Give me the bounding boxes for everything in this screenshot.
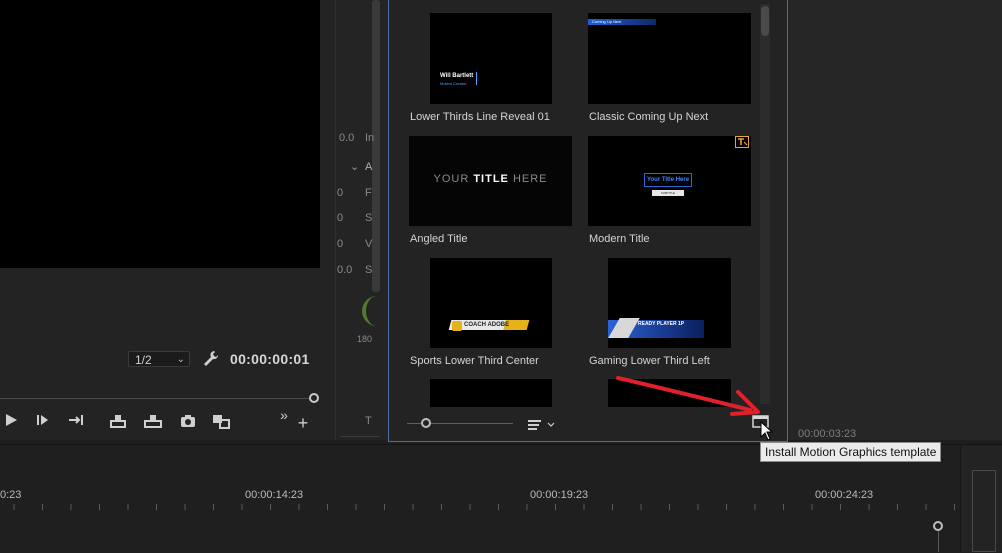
thumb-text: YOUR bbox=[433, 173, 470, 185]
template-thumbnail[interactable]: Your Title Here SUBTITLE bbox=[588, 136, 751, 226]
thumb-title-line: YOUR TITLE HERE bbox=[409, 173, 572, 185]
control-section-label: A bbox=[365, 161, 373, 173]
timeline-tick-label: 0:23 bbox=[0, 489, 22, 501]
control-label: T bbox=[365, 415, 372, 427]
mouse-cursor-icon bbox=[760, 421, 774, 441]
reveal-line bbox=[476, 72, 477, 85]
source-panel bbox=[789, 0, 1002, 440]
annotation-arrow bbox=[616, 376, 760, 416]
browse-scrollbar-thumb[interactable] bbox=[761, 6, 769, 36]
control-value: 0 bbox=[337, 238, 344, 250]
thumb-subtext: Motion Creator bbox=[440, 81, 467, 86]
program-video-frame[interactable] bbox=[0, 0, 320, 268]
thumb-text: Will Bartlett bbox=[440, 73, 474, 79]
control-label: V bbox=[365, 238, 373, 250]
thumb-text: READY PLAYER 1P bbox=[638, 321, 685, 327]
control-label: S bbox=[365, 212, 373, 224]
audio-meter bbox=[972, 470, 996, 552]
wrench-icon[interactable] bbox=[203, 350, 219, 368]
template-label[interactable]: Gaming Lower Third Left bbox=[589, 355, 710, 367]
chevron-down-icon[interactable]: ⌄ bbox=[350, 160, 359, 173]
text-template-badge-icon bbox=[735, 136, 749, 148]
source-timecode: 00:00:03:23 bbox=[798, 428, 857, 440]
template-thumbnail[interactable]: YOUR TITLE HERE bbox=[409, 136, 572, 226]
resolution-value: 1/2 bbox=[135, 353, 152, 367]
effect-controls-scrollbar[interactable] bbox=[372, 0, 380, 292]
thumb-text: Your Title Here bbox=[644, 173, 692, 187]
template-label[interactable]: Lower Thirds Line Reveal 01 bbox=[410, 111, 550, 123]
timeline-tick-label: 00:00:14:23 bbox=[245, 489, 304, 501]
playhead-handle[interactable] bbox=[309, 393, 319, 403]
export-frame-icon[interactable] bbox=[177, 413, 199, 431]
template-label[interactable]: Classic Coming Up Next bbox=[589, 111, 708, 123]
template-label[interactable]: Angled Title bbox=[410, 233, 467, 245]
control-value: 180 bbox=[357, 334, 373, 344]
template-thumbnail[interactable]: Coming Up Next bbox=[588, 13, 751, 104]
chevron-down-icon: ⌄ bbox=[176, 354, 185, 365]
template-label[interactable]: Modern Title bbox=[589, 233, 650, 245]
template-label[interactable]: Sports Lower Third Center bbox=[410, 355, 539, 367]
control-label: In bbox=[365, 132, 375, 144]
browse-scrollbar-track[interactable] bbox=[760, 4, 770, 404]
color-wheel-dial[interactable] bbox=[362, 296, 384, 326]
template-thumbnail[interactable]: READY PLAYER 1P bbox=[608, 258, 731, 348]
timeline-tick-label: 00:00:19:23 bbox=[530, 489, 589, 501]
step-forward-icon[interactable] bbox=[32, 413, 54, 431]
lift-icon[interactable] bbox=[107, 413, 129, 431]
install-template-tooltip: Install Motion Graphics template bbox=[760, 442, 942, 462]
template-thumbnail[interactable] bbox=[430, 379, 552, 407]
control-value: 0.0 bbox=[337, 264, 353, 276]
timeline-zoom-handle[interactable] bbox=[933, 521, 943, 531]
thumb-text: Coming Up Next bbox=[592, 19, 622, 24]
thumb-bold-text: TITLE bbox=[473, 173, 509, 185]
control-value: 0 bbox=[337, 187, 344, 199]
extract-icon[interactable] bbox=[142, 413, 164, 431]
timeline-ruler[interactable] bbox=[0, 504, 955, 510]
thumb-text: COACH ADOBE bbox=[464, 322, 510, 328]
program-timecode[interactable]: 00:00:00:01 bbox=[230, 351, 310, 367]
control-value: 0.0 bbox=[339, 132, 355, 144]
control-value: 0 bbox=[337, 212, 344, 224]
thumb-subtext: SUBTITLE bbox=[652, 190, 684, 196]
shield-icon bbox=[452, 321, 462, 331]
program-scrub-track[interactable] bbox=[0, 398, 316, 399]
sort-menu-icon[interactable] bbox=[528, 418, 558, 432]
resolution-select[interactable]: 1/2 ⌄ bbox=[128, 351, 190, 367]
divider bbox=[938, 531, 939, 552]
template-thumbnail[interactable]: COACH ADOBE bbox=[430, 258, 552, 348]
thumbnail-size-slider-handle[interactable] bbox=[421, 418, 431, 428]
control-label: S bbox=[365, 264, 373, 276]
thumb-tail-text: HERE bbox=[512, 173, 548, 185]
divider bbox=[340, 436, 380, 437]
control-label: F bbox=[365, 187, 372, 199]
timeline-tick-label: 00:00:24:23 bbox=[815, 489, 874, 501]
play-icon[interactable] bbox=[0, 413, 22, 431]
go-to-out-icon[interactable] bbox=[66, 413, 88, 431]
add-button-icon[interactable]: + bbox=[292, 414, 314, 432]
template-thumbnail[interactable]: Will Bartlett Motion Creator bbox=[430, 13, 552, 104]
compare-icon[interactable] bbox=[210, 413, 232, 431]
